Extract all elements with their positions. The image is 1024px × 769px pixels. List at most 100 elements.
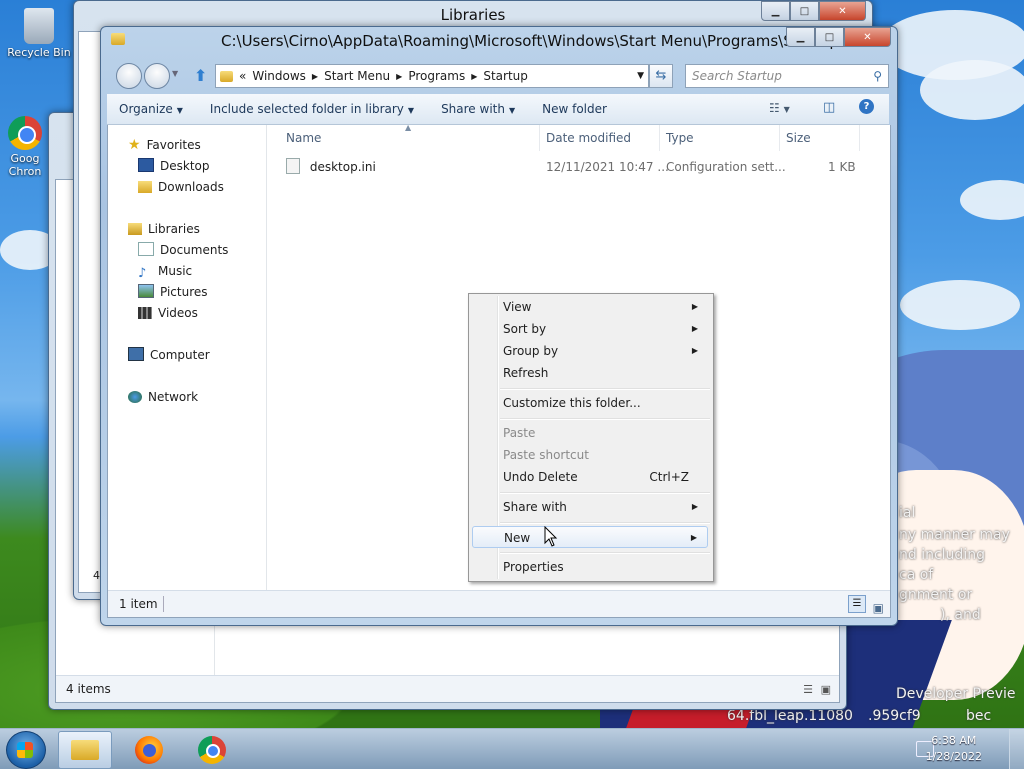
forward-button[interactable]: [144, 63, 170, 89]
watermark-text: bec: [966, 708, 992, 724]
taskbar: 6:38 AM 1/28/2022: [0, 728, 1024, 769]
desktop-icon-label: Goog Chron: [8, 152, 42, 178]
share-with-button[interactable]: Share with ▼: [423, 102, 524, 116]
status-item-count: 1 item: [119, 597, 158, 611]
desktop-icon-recycle-bin[interactable]: Recycle Bin: [4, 8, 74, 59]
details-view-icon[interactable]: ☰: [803, 677, 813, 703]
close-button[interactable]: ✕: [844, 27, 891, 47]
network-icon: [128, 391, 142, 403]
submenu-arrow-icon: ▶: [691, 324, 698, 333]
submenu-arrow-icon: ▶: [691, 302, 698, 311]
up-arrow-icon[interactable]: ⬆: [194, 66, 207, 85]
menu-item-paste-shortcut: Paste shortcut: [503, 448, 589, 462]
maximize-button[interactable]: □: [790, 1, 819, 21]
system-clock[interactable]: 6:38 AM 1/28/2022: [926, 733, 982, 765]
watermark-text: ca of: [899, 567, 934, 583]
column-header-size[interactable]: Size: [780, 125, 860, 151]
context-menu: View ▶ Sort by ▶ Group by ▶ Refresh Customi…: [468, 293, 714, 582]
menu-separator: [500, 388, 710, 390]
menu-item-share-with[interactable]: Share with ▶: [472, 496, 708, 518]
close-button[interactable]: ✕: [819, 1, 866, 21]
breadcrumb-arrow-icon[interactable]: ▶: [312, 72, 318, 81]
taskbar-firefox-button[interactable]: [124, 731, 176, 767]
chrome-icon: [8, 116, 42, 150]
libraries-icon: [128, 223, 142, 235]
breadcrumb-arrow-icon[interactable]: ▶: [471, 72, 477, 81]
back-button[interactable]: [116, 63, 142, 89]
preview-pane-icon[interactable]: ◫: [823, 100, 835, 115]
search-box[interactable]: Search Startup ⚲: [685, 64, 889, 88]
breadcrumb-arrow-icon[interactable]: ▶: [396, 72, 402, 81]
menu-item-undo-delete[interactable]: Undo Delete Ctrl+Z: [472, 466, 708, 488]
menu-item-group-by[interactable]: Group by ▶: [472, 340, 708, 362]
maximize-button[interactable]: □: [815, 27, 844, 47]
nav-videos[interactable]: Videos: [138, 303, 198, 323]
organize-button[interactable]: Organize ▼: [107, 102, 192, 116]
nav-music[interactable]: ♪ Music: [138, 261, 192, 281]
breadcrumb-overflow[interactable]: «: [239, 69, 246, 83]
computer-icon: [128, 347, 144, 361]
taskbar-chrome-button[interactable]: [186, 731, 238, 767]
large-icons-view-icon[interactable]: ▣: [873, 595, 884, 621]
nav-libraries[interactable]: Libraries: [128, 219, 200, 239]
details-view-icon[interactable]: ☰: [848, 595, 866, 613]
menu-item-sort-by[interactable]: Sort by ▶: [472, 318, 708, 340]
file-size: 1 KB: [828, 160, 856, 174]
submenu-arrow-icon: ▶: [690, 533, 697, 542]
breadcrumb-item[interactable]: Programs: [408, 69, 465, 83]
new-folder-button[interactable]: New folder: [524, 102, 616, 116]
recycle-bin-icon: [24, 8, 54, 44]
nav-computer[interactable]: Computer: [128, 345, 210, 365]
breadcrumb-item[interactable]: Startup: [483, 69, 528, 83]
watermark-text: ial: [899, 505, 916, 521]
breadcrumb-item[interactable]: Start Menu: [324, 69, 390, 83]
address-dropdown-icon[interactable]: ▼: [637, 71, 644, 81]
menu-item-properties[interactable]: Properties: [472, 556, 708, 578]
recent-pages-chevron-icon[interactable]: ▼: [172, 69, 178, 78]
desktop-icon-chrome[interactable]: Goog Chron: [2, 116, 48, 178]
command-bar: Organize ▼ Include selected folder in lib…: [107, 94, 889, 125]
menu-item-view[interactable]: View ▶: [472, 296, 708, 318]
nav-downloads[interactable]: Downloads: [138, 177, 224, 197]
show-desktop-button[interactable]: [1009, 729, 1024, 769]
star-icon: ★: [128, 137, 141, 153]
pictures-icon: [138, 284, 154, 298]
nav-favorites[interactable]: ★ Favorites: [128, 135, 201, 155]
cloud: [960, 180, 1024, 220]
search-icon[interactable]: ⚲: [873, 69, 882, 83]
menu-item-new[interactable]: New ▶: [472, 526, 708, 548]
menu-separator: [500, 552, 710, 554]
breadcrumb-item[interactable]: Windows: [252, 69, 306, 83]
taskbar-explorer-button[interactable]: [58, 731, 112, 769]
status-item-count: 4 items: [66, 682, 111, 696]
help-icon[interactable]: ?: [859, 99, 874, 114]
address-bar[interactable]: « Windows ▶ Start Menu ▶ Programs ▶ Star…: [215, 64, 649, 88]
menu-item-refresh[interactable]: Refresh: [472, 362, 708, 384]
refresh-icon[interactable]: ⇆: [649, 64, 673, 88]
downloads-icon: [138, 181, 152, 193]
column-header-type[interactable]: Type: [660, 125, 780, 151]
watermark-text: gnment or: [899, 587, 973, 603]
menu-shortcut: Ctrl+Z: [649, 470, 689, 484]
nav-network[interactable]: Network: [128, 387, 198, 407]
preview-view-icon[interactable]: ▣: [821, 677, 831, 703]
menu-separator: [500, 418, 710, 420]
start-button[interactable]: [6, 731, 46, 769]
status-divider: [163, 596, 164, 612]
nav-documents[interactable]: Documents: [138, 240, 228, 260]
column-header-date[interactable]: Date modified: [540, 125, 660, 151]
minimize-button[interactable]: ▁: [786, 27, 815, 47]
change-view-icon[interactable]: ☷ ▼: [769, 101, 790, 115]
caption-buttons: ▁ □ ✕: [761, 1, 866, 21]
nav-desktop[interactable]: Desktop: [138, 156, 210, 176]
nav-pictures[interactable]: Pictures: [138, 282, 208, 302]
submenu-arrow-icon: ▶: [691, 502, 698, 511]
status-bar: 1 item ☰ ▣: [108, 590, 890, 617]
clock-date: 1/28/2022: [925, 750, 982, 763]
minimize-button[interactable]: ▁: [761, 1, 790, 21]
include-in-library-button[interactable]: Include selected folder in library ▼: [192, 102, 423, 116]
watermark-text: ny manner may: [899, 527, 1010, 543]
folder-icon: [71, 740, 99, 760]
menu-item-customize[interactable]: Customize this folder...: [472, 392, 708, 414]
documents-icon: [138, 242, 154, 256]
